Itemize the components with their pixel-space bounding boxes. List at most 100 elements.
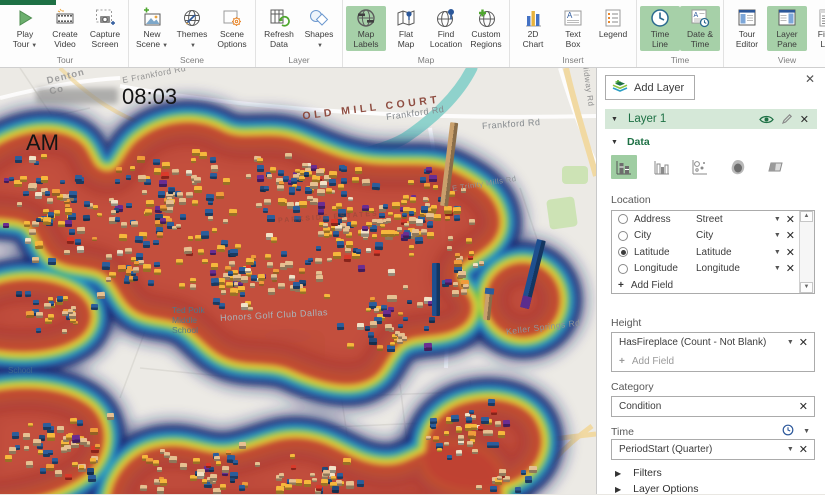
radio-button[interactable] (618, 231, 628, 241)
data-cube (374, 250, 380, 256)
data-cube (213, 298, 221, 305)
remove-field-icon[interactable]: ✕ (799, 400, 808, 413)
clustered-column-viz-button[interactable] (649, 155, 675, 179)
data-cube (201, 231, 209, 239)
remove-field-icon[interactable]: ✕ (799, 443, 808, 456)
layer-options-section[interactable]: ▶ Layer Options (615, 483, 699, 495)
capture-screen-button[interactable]: CaptureScreen (85, 6, 125, 51)
dropdown-arrow-icon[interactable]: ▼ (774, 249, 781, 256)
visibility-eye-icon[interactable] (759, 114, 774, 125)
dropdown-arrow-icon[interactable]: ▼ (803, 428, 810, 435)
find-location-button[interactable]: FindLocation (426, 6, 466, 51)
data-cube (455, 253, 460, 258)
location-row-longitude[interactable]: LongitudeLongitude▼✕ (612, 261, 799, 278)
remove-field-icon[interactable]: ✕ (786, 213, 795, 226)
2d-chart-button[interactable]: 2DChart (513, 6, 553, 51)
location-row-address[interactable]: AddressStreet▼✕ (612, 211, 799, 228)
date-time-icon: A (689, 7, 711, 29)
location-scrollbar[interactable]: ▲ ▼ (799, 211, 814, 293)
data-cube (365, 326, 370, 331)
data-cube (38, 450, 43, 455)
remove-field-icon[interactable]: ✕ (786, 246, 795, 259)
legend-button[interactable]: Legend (593, 6, 633, 42)
dropdown-arrow-icon[interactable]: ▼ (774, 232, 781, 239)
remove-field-icon[interactable]: ✕ (786, 262, 795, 275)
data-cube (425, 436, 430, 440)
data-cube (469, 251, 475, 257)
data-cube (293, 206, 301, 213)
time-clock-icon[interactable] (782, 424, 794, 439)
data-cube (116, 250, 122, 256)
data-cube (159, 478, 166, 485)
button-label: Editor (736, 40, 758, 50)
dropdown-arrow-icon[interactable]: ▼ (774, 265, 781, 272)
data-cube (299, 176, 305, 181)
location-row-latitude[interactable]: LatitudeLatitude▼✕ (612, 244, 799, 261)
location-row-city[interactable]: CityCity▼✕ (612, 228, 799, 245)
filters-section[interactable]: ▶ Filters (615, 467, 662, 479)
data-cube (381, 230, 388, 237)
data-cube (469, 410, 474, 414)
field-list-button[interactable]: FieldList (807, 6, 825, 51)
delete-layer-icon[interactable]: ✕ (800, 113, 809, 126)
dropdown-arrow-icon[interactable]: ▼ (787, 339, 794, 346)
map-labels-button[interactable]: MapLabels (346, 6, 386, 51)
custom-regions-button[interactable]: CustomRegions (466, 6, 506, 51)
data-cube (137, 175, 145, 183)
data-cube (336, 473, 342, 479)
data-cube (277, 185, 284, 192)
shapes-button[interactable]: Shapes▼ (299, 6, 339, 51)
rename-pencil-icon[interactable] (781, 113, 793, 125)
data-cube (60, 180, 65, 184)
region-viz-button[interactable] (763, 155, 789, 179)
heat-map-viz-button[interactable] (725, 155, 751, 179)
create-video-button[interactable]: CreateVideo (45, 6, 85, 51)
data-cube (197, 472, 204, 479)
stacked-column-viz-button[interactable] (611, 155, 637, 179)
height-add-field[interactable]: + Add Field (612, 352, 814, 371)
data-cube (146, 458, 153, 465)
chart-icon (522, 7, 544, 29)
scroll-up-icon[interactable]: ▲ (800, 211, 813, 222)
height-field-row[interactable]: HasFireplace (Count - Not Blank) ▼ ✕ (612, 333, 814, 352)
themes-button[interactable]: Themes▼ (172, 6, 212, 51)
category-field-row[interactable]: Condition ✕ (612, 397, 814, 416)
data-cube (497, 475, 502, 480)
play-tour-button[interactable]: PlayTour▼ (5, 6, 45, 51)
data-cube (427, 231, 434, 238)
time-field-row[interactable]: PeriodStart (Quarter) ▼ ✕ (612, 440, 814, 459)
radio-button[interactable] (618, 264, 628, 274)
close-icon[interactable]: ✕ (805, 72, 815, 86)
layer-header[interactable]: ▼ Layer 1 ✕ (605, 109, 817, 129)
data-cube (12, 432, 20, 439)
flat-map-button[interactable]: FlatMap (386, 6, 426, 51)
data-cube (184, 247, 192, 255)
collapse-arrow-icon[interactable]: ▼ (611, 116, 618, 123)
remove-field-icon[interactable]: ✕ (786, 229, 795, 242)
data-cube (343, 228, 350, 234)
legend-icon (602, 7, 624, 29)
radio-button[interactable] (618, 214, 628, 224)
data-cube (307, 195, 313, 201)
dropdown-arrow-icon[interactable]: ▼ (787, 446, 794, 453)
data-cube (423, 343, 431, 351)
add-layer-button[interactable]: Add Layer (605, 75, 695, 100)
tour-editor-button[interactable]: TourEditor (727, 6, 767, 51)
data-section-header[interactable]: ▼ Data (611, 136, 650, 148)
bubble-viz-button[interactable] (687, 155, 713, 179)
scroll-down-icon[interactable]: ▼ (800, 282, 813, 293)
scene-options-button[interactable]: SceneOptions (212, 6, 252, 51)
remove-field-icon[interactable]: ✕ (799, 336, 808, 349)
data-cube (499, 469, 506, 476)
new-scene-button[interactable]: NewScene▼ (132, 6, 172, 51)
radio-button[interactable] (618, 247, 628, 257)
time-line-button[interactable]: TimeLine (640, 6, 680, 51)
refresh-data-button[interactable]: RefreshData (259, 6, 299, 51)
text-box-button[interactable]: ATextBox (553, 6, 593, 51)
date-time-button[interactable]: ADate &Time (680, 6, 720, 51)
dropdown-arrow-icon[interactable]: ▼ (774, 216, 781, 223)
data-cube (70, 417, 77, 424)
layer-pane-button[interactable]: LayerPane (767, 6, 807, 51)
data-cube (121, 222, 127, 228)
location-add-field[interactable]: +Add Field (612, 277, 799, 293)
